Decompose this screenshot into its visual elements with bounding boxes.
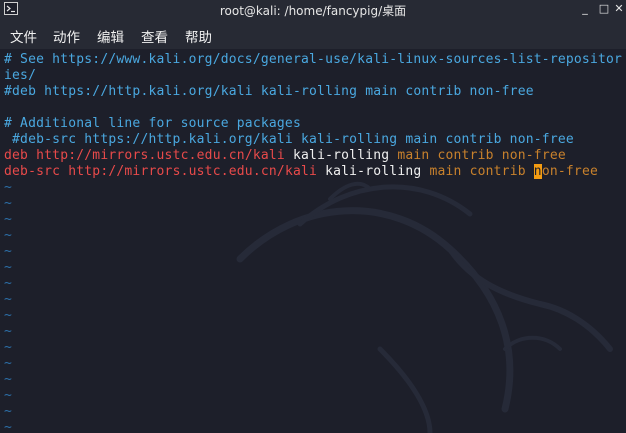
kali-dragon-watermark bbox=[236, 181, 613, 433]
menu-help[interactable]: 帮助 bbox=[185, 26, 212, 46]
debsrc-url: http://mirrors.ustc.edu.cn/kali bbox=[68, 164, 318, 179]
deb-keyword: deb bbox=[4, 148, 29, 163]
empty-line-tilde: ~ bbox=[4, 324, 13, 339]
debsrc-suite: kali-rolling bbox=[325, 164, 422, 179]
text-cursor: n bbox=[533, 164, 542, 179]
menu-bar: 文件 动作 编辑 查看 帮助 bbox=[0, 18, 626, 49]
menu-file[interactable]: 文件 bbox=[10, 26, 37, 46]
debsrc-components-before: main contrib bbox=[429, 164, 534, 179]
line-comment-see-wrap: ies/ bbox=[4, 68, 37, 83]
empty-line-tilde: ~ bbox=[4, 292, 13, 307]
line-deb: deb http://mirrors.ustc.edu.cn/kali kali… bbox=[4, 148, 566, 164]
terminal-editor[interactable]: # See https://www.kali.org/docs/general-… bbox=[0, 49, 626, 433]
empty-line-tilde: ~ bbox=[4, 260, 13, 275]
window-title: root@kali: /home/fancypig/桌面 bbox=[219, 4, 407, 18]
empty-line-tilde: ~ bbox=[4, 212, 13, 227]
menu-edit[interactable]: 编辑 bbox=[97, 26, 124, 46]
maximize-button[interactable]: □ bbox=[597, 1, 611, 16]
empty-line-tilde: ~ bbox=[4, 340, 13, 355]
empty-line-tilde: ~ bbox=[4, 276, 13, 291]
close-button[interactable]: ✕ bbox=[612, 1, 626, 16]
menu-action[interactable]: 动作 bbox=[53, 26, 80, 46]
line-comment-debsrc: #deb-src https://http.kali.org/kali kali… bbox=[4, 132, 574, 147]
empty-line-tilde: ~ bbox=[4, 420, 13, 433]
debsrc-components-after: on-free bbox=[541, 164, 599, 179]
empty-line-tilde: ~ bbox=[4, 228, 13, 243]
menu-view[interactable]: 查看 bbox=[141, 26, 168, 46]
line-comment-see: # See https://www.kali.org/docs/general-… bbox=[4, 52, 623, 67]
deb-url: http://mirrors.ustc.edu.cn/kali bbox=[36, 148, 285, 163]
line-comment-deb: #deb https://http.kali.org/kali kali-rol… bbox=[4, 84, 534, 99]
empty-line-tilde: ~ bbox=[4, 244, 13, 259]
empty-line-tilde: ~ bbox=[4, 356, 13, 371]
empty-line-tilde: ~ bbox=[4, 196, 13, 211]
minimize-button[interactable]: _ bbox=[578, 1, 592, 16]
debsrc-keyword: deb-src bbox=[4, 164, 61, 179]
line-comment-additional: # Additional line for source packages bbox=[4, 116, 301, 131]
empty-line-tilde: ~ bbox=[4, 404, 13, 419]
empty-line-tilde: ~ bbox=[4, 388, 13, 403]
empty-line-tilde: ~ bbox=[4, 308, 13, 323]
deb-components: main contrib non-free bbox=[397, 148, 566, 163]
empty-line-tilde: ~ bbox=[4, 180, 13, 195]
deb-suite: kali-rolling bbox=[292, 148, 390, 163]
title-bar: root@kali: /home/fancypig/桌面 _ □ ✕ bbox=[0, 0, 626, 18]
line-debsrc: deb-src http://mirrors.ustc.edu.cn/kali … bbox=[4, 164, 598, 180]
empty-line-tilde: ~ bbox=[4, 372, 13, 387]
